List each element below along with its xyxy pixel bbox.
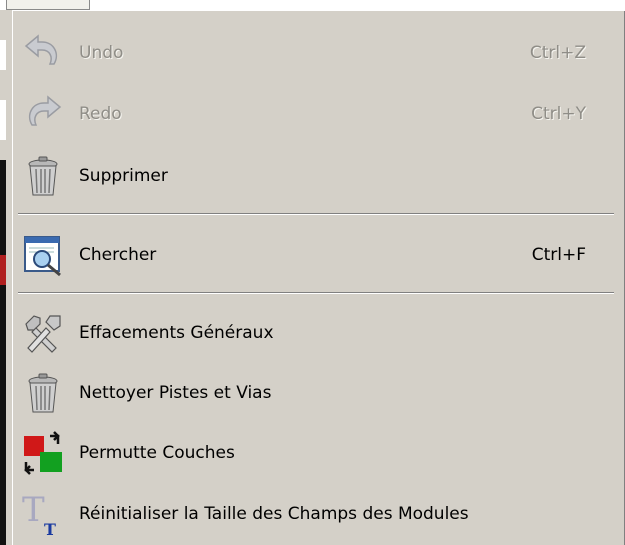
background-fragment bbox=[0, 160, 6, 545]
trash-icon bbox=[28, 156, 58, 196]
menu-item-reinitialiser-taille-champs[interactable]: T T Réinitialiser la Taille des Champs d… bbox=[13, 489, 613, 539]
wrench-icon bbox=[25, 315, 61, 353]
menu-item-label: Réinitialiser la Taille des Champs des M… bbox=[79, 504, 469, 524]
background-window-top bbox=[0, 0, 625, 10]
menu-item-label: Permutte Couches bbox=[79, 443, 235, 463]
menu-item-shortcut: Ctrl+Y bbox=[531, 104, 586, 124]
menu-item-supprimer[interactable]: Supprimer bbox=[13, 151, 613, 201]
menu-separator bbox=[18, 292, 614, 294]
menu-item-label: Redo bbox=[79, 104, 122, 124]
background-fragment bbox=[0, 40, 6, 70]
menu-item-redo[interactable]: Redo Ctrl+Y bbox=[13, 89, 613, 139]
menu-item-undo[interactable]: Undo Ctrl+Z bbox=[13, 28, 613, 78]
menu-item-nettoyer-pistes-vias[interactable]: Nettoyer Pistes et Vias bbox=[13, 368, 613, 418]
background-fragment bbox=[0, 100, 6, 140]
svg-text:T: T bbox=[44, 520, 56, 537]
menu-separator bbox=[18, 213, 614, 215]
undo-icon bbox=[24, 34, 58, 65]
text-size-icon: T T bbox=[22, 491, 56, 537]
search-icon bbox=[24, 236, 61, 277]
menu-item-permutte-couches[interactable]: Permutte Couches bbox=[13, 428, 613, 478]
menu-bar-edit-tab[interactable] bbox=[6, 0, 90, 10]
menu-item-label: Supprimer bbox=[79, 166, 168, 186]
trash-icon bbox=[28, 373, 58, 413]
edit-dropdown-menu: Undo Ctrl+Z Redo Ctrl+Y Supprimer Cherch… bbox=[12, 10, 625, 545]
menu-item-label: Effacements Généraux bbox=[79, 323, 274, 343]
redo-icon bbox=[28, 95, 62, 126]
menu-item-shortcut: Ctrl+F bbox=[531, 245, 586, 265]
menu-item-label: Chercher bbox=[79, 245, 157, 265]
menu-item-label: Undo bbox=[79, 43, 124, 63]
menu-item-chercher[interactable]: Chercher Ctrl+F bbox=[13, 230, 613, 280]
menu-item-shortcut: Ctrl+Z bbox=[529, 43, 586, 63]
background-fragment bbox=[0, 255, 6, 285]
menu-item-label: Nettoyer Pistes et Vias bbox=[79, 383, 272, 403]
swap-layers-icon bbox=[24, 431, 62, 475]
menu-item-effacements-generaux[interactable]: Effacements Généraux bbox=[13, 308, 613, 358]
svg-text:T: T bbox=[22, 491, 45, 530]
